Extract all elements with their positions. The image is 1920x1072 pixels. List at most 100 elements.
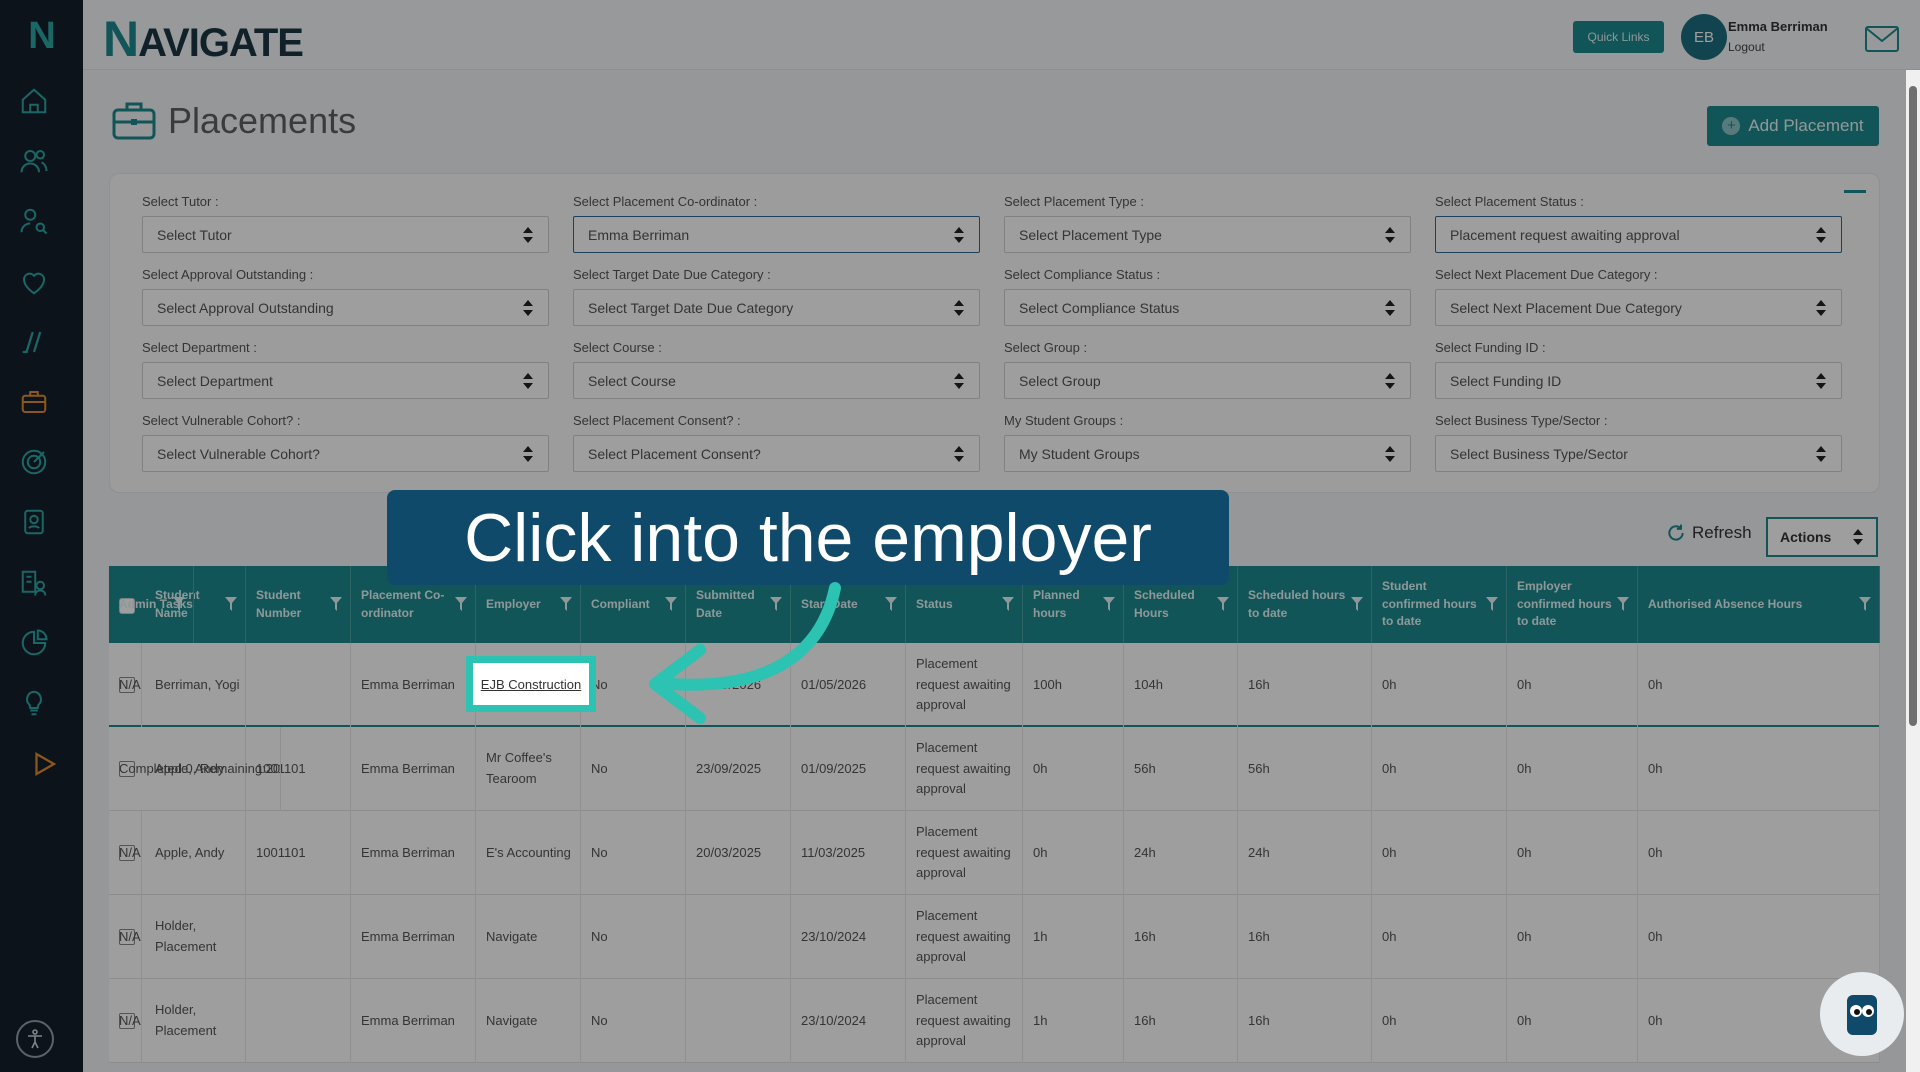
lightbulb-icon[interactable] <box>18 687 50 719</box>
filter-select[interactable]: My Student Groups <box>1004 435 1411 472</box>
filter-icon[interactable] <box>885 597 897 611</box>
pie-chart-icon[interactable] <box>18 627 50 659</box>
filter-select[interactable]: Select Vulnerable Cohort? <box>142 435 549 472</box>
app-logo[interactable]: N <box>22 14 62 58</box>
avatar[interactable]: EB <box>1681 14 1727 60</box>
filter-select[interactable]: Select Next Placement Due Category <box>1435 289 1842 326</box>
logout-link[interactable]: Logout <box>1728 40 1765 54</box>
column-header[interactable]: Employer confirmed hours to date <box>1507 566 1638 643</box>
cell-text: Emma Berriman <box>361 928 455 944</box>
add-placement-button[interactable]: + Add Placement <box>1707 106 1879 146</box>
table-cell[interactable]: E's Accounting <box>476 811 581 895</box>
quick-links-button[interactable]: Quick Links <box>1573 21 1664 53</box>
filter-select[interactable]: Select Course <box>573 362 980 399</box>
scrollbar-thumb[interactable] <box>1909 86 1917 726</box>
table-row[interactable]: Apple, Andy 1001101 Emma Berriman Mr Coffee… <box>109 727 1880 811</box>
cell-text[interactable]: Mr Coffee's Tearoom <box>486 748 577 790</box>
filter-icon[interactable] <box>172 597 185 611</box>
brand-wordmark[interactable]: NAVIGATE <box>103 10 304 68</box>
cell-text: 24h <box>1134 844 1156 860</box>
cell-text: 16h <box>1248 928 1270 944</box>
play-icon[interactable] <box>28 748 60 780</box>
slashes-icon[interactable] <box>18 326 50 358</box>
target-icon[interactable] <box>18 446 50 478</box>
filter-icon[interactable] <box>1002 597 1014 611</box>
table-cell[interactable]: Mr Coffee's Tearoom <box>476 727 581 811</box>
filter-icon[interactable] <box>330 597 342 611</box>
cell-text[interactable]: E's Accounting <box>486 843 577 864</box>
filter-icon[interactable] <box>1617 597 1629 611</box>
table-cell[interactable]: Navigate <box>476 979 581 1063</box>
filter-icon[interactable] <box>225 597 237 611</box>
filter-icon[interactable] <box>455 597 467 611</box>
refresh-button[interactable]: Refresh <box>1666 523 1752 543</box>
cell-text: 11/03/2025 <box>801 844 866 860</box>
filter-select[interactable]: Select Approval Outstanding <box>142 289 549 326</box>
filter-group: Select Tutor : Select Tutor <box>142 194 549 253</box>
column-header[interactable]: Admin Tasks <box>109 566 194 643</box>
filter-select[interactable]: Emma Berriman <box>573 216 980 253</box>
people-icon[interactable] <box>18 145 50 177</box>
filter-select[interactable]: Select Placement Consent? <box>573 435 980 472</box>
table-cell: 1h <box>1023 895 1124 979</box>
filter-select[interactable]: Select Funding ID <box>1435 362 1842 399</box>
filter-icon[interactable] <box>1486 597 1498 611</box>
cell-text: 0h <box>1648 676 1663 692</box>
scrollbar[interactable] <box>1906 70 1920 1072</box>
employer-link-highlight[interactable]: EJB Construction <box>466 656 596 712</box>
table-cell: 23/10/2024 <box>791 979 906 1063</box>
filter-icon[interactable] <box>1351 597 1363 611</box>
help-assistant-icon[interactable] <box>1820 972 1904 1056</box>
table-cell: 56h <box>1124 727 1238 811</box>
filter-icon[interactable] <box>560 597 572 611</box>
user-search-icon[interactable] <box>18 205 50 237</box>
filter-select[interactable]: Select Tutor <box>142 216 549 253</box>
filter-select[interactable]: Select Department <box>142 362 549 399</box>
table-cell: 100h <box>1023 643 1124 727</box>
filter-select[interactable]: Select Group <box>1004 362 1411 399</box>
page-title: Placements <box>168 100 357 141</box>
filter-select[interactable]: Select Business Type/Sector <box>1435 435 1842 472</box>
filter-icon[interactable] <box>1859 597 1871 611</box>
cell-text[interactable]: Navigate <box>486 927 577 948</box>
cell-text: 16h <box>1134 928 1156 944</box>
contact-card-icon[interactable] <box>18 506 50 538</box>
column-header[interactable]: Authorised Absence Hours <box>1638 566 1880 643</box>
heart-icon[interactable] <box>18 266 50 298</box>
cell-text: 0h <box>1648 760 1663 776</box>
filter-icon[interactable] <box>1103 597 1115 611</box>
table-cell: 0h <box>1638 643 1880 727</box>
collapse-icon[interactable] <box>1844 190 1866 193</box>
table-cell: 0h <box>1507 643 1638 727</box>
column-header[interactable]: Student Number <box>246 566 351 643</box>
filter-group: Select Placement Status : Placement reque… <box>1435 194 1842 253</box>
column-header[interactable]: Scheduled hours to date <box>1238 566 1372 643</box>
table-row[interactable]: Holder, Placement Emma Berriman Navigate No… <box>109 979 1880 1063</box>
column-header[interactable]: Student confirmed hours to date <box>1372 566 1507 643</box>
home-icon[interactable] <box>18 85 50 117</box>
cell-text: N/A <box>119 844 141 860</box>
filter-select[interactable]: Placement request awaiting approval <box>1435 216 1842 253</box>
employer-link[interactable]: EJB Construction <box>481 677 581 692</box>
table-cell[interactable]: Navigate <box>476 895 581 979</box>
filter-label: Select Course : <box>573 340 662 355</box>
table-cell: 0h <box>1372 895 1507 979</box>
table-row[interactable]: Apple, Andy 1001101 Emma Berriman E's Accou… <box>109 811 1880 895</box>
filter-select[interactable]: Select Placement Type <box>1004 216 1411 253</box>
table-row[interactable]: Berriman, Yogi Emma Berriman EJB Construct… <box>109 643 1880 727</box>
actions-dropdown[interactable]: Actions <box>1766 517 1878 557</box>
table-cell: Emma Berriman <box>351 895 476 979</box>
mail-icon[interactable] <box>1865 26 1899 52</box>
briefcase-icon[interactable] <box>18 386 50 418</box>
filter-select[interactable]: Select Target Date Due Category <box>573 289 980 326</box>
cell-text[interactable]: Navigate <box>486 1011 577 1032</box>
briefcase-icon <box>112 102 156 140</box>
filter-select[interactable]: Select Compliance Status <box>1004 289 1411 326</box>
table-row[interactable]: Holder, Placement Emma Berriman Navigate No… <box>109 895 1880 979</box>
organisation-user-icon[interactable] <box>18 567 50 599</box>
cell-text: 0h <box>1382 676 1397 692</box>
column-header-label: Scheduled hours to date <box>1248 588 1346 620</box>
filter-group: Select Business Type/Sector : Select Busi… <box>1435 413 1842 472</box>
filter-icon[interactable] <box>1217 597 1229 611</box>
accessibility-icon[interactable] <box>16 1020 54 1058</box>
